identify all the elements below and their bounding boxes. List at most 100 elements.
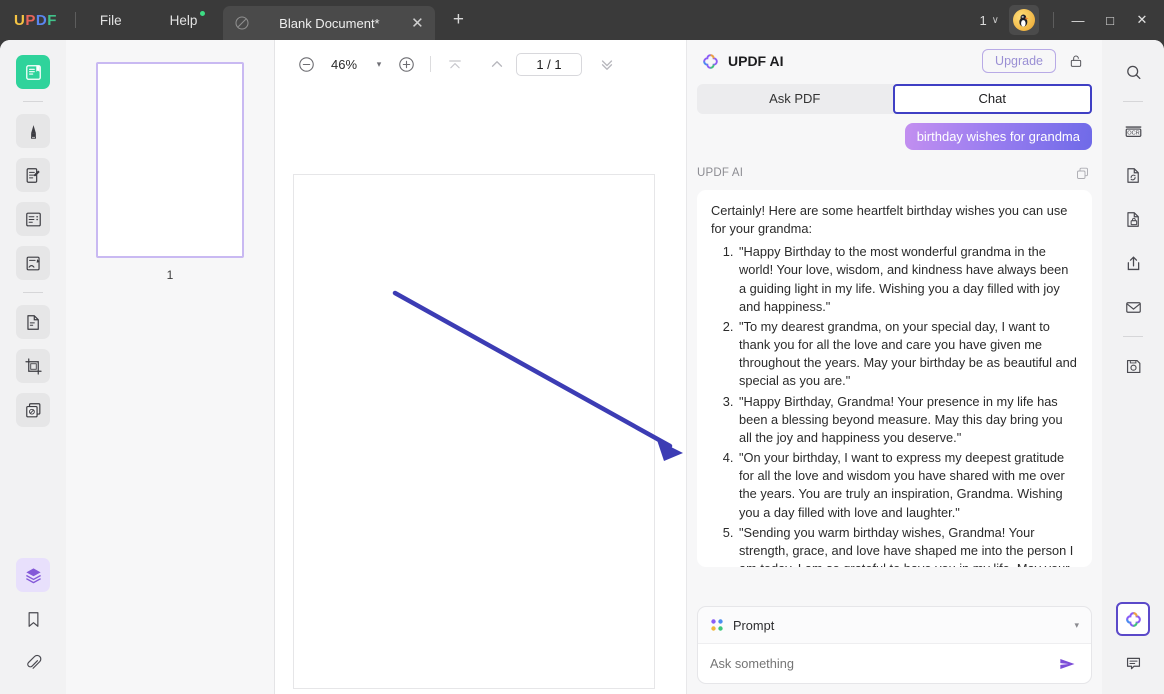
first-page-icon (449, 60, 461, 69)
sidebar-item-organize[interactable] (16, 393, 50, 427)
prompt-selector-label: Prompt (733, 617, 775, 633)
convert-icon (1126, 167, 1139, 183)
sidebar-item-protect[interactable] (1116, 202, 1150, 236)
logo-letter-u: U (14, 11, 26, 29)
prev-page-icon (491, 61, 503, 67)
rail-divider-2 (23, 292, 43, 293)
ai-panel: UPDF AI Upgrade Ask PDF Chat birthday wi… (686, 40, 1102, 694)
user-message-bubble: birthday wishes for grandma (904, 123, 1092, 150)
send-button[interactable] (1055, 652, 1079, 676)
puffin-glyph-icon (1019, 14, 1029, 27)
thumbnail-item[interactable]: 1 (96, 62, 244, 282)
thumbnail-page-preview[interactable] (96, 62, 244, 258)
toolbar-divider (430, 56, 431, 72)
assistant-message-bubble: Certainly! Here are some heartfelt birth… (697, 190, 1092, 567)
sidebar-item-comment[interactable] (16, 114, 50, 148)
ask-input[interactable] (710, 656, 1055, 671)
send-arrow-icon (1060, 658, 1075, 669)
page-edit-icon (26, 314, 39, 330)
sidebar-item-bookmarks[interactable] (16, 602, 50, 636)
sidebar-item-ocr[interactable]: OCR (1116, 114, 1150, 148)
rail-divider-1 (23, 101, 43, 102)
logo-letter-d: D (35, 11, 48, 29)
zoom-in-button[interactable] (391, 49, 421, 79)
document-toolbar: 46% ▾ 1 / 1 (275, 40, 686, 88)
assistant-label: UPDF AI (697, 167, 744, 179)
next-page-icon (601, 60, 613, 70)
first-page-button[interactable] (440, 49, 470, 79)
chevron-down-icon[interactable]: ▾ (1074, 620, 1079, 631)
copy-response-button[interactable] (1072, 163, 1092, 183)
zoom-out-button[interactable] (291, 49, 321, 79)
logo-letter-p: P (25, 11, 36, 29)
prompt-selector[interactable]: Prompt ▾ (698, 607, 1091, 643)
sidebar-item-edit-pdf[interactable] (16, 158, 50, 192)
window-close-icon[interactable]: ✕ (1126, 0, 1158, 40)
sidebar-item-attachments[interactable] (16, 646, 50, 680)
help-notification-dot (200, 10, 206, 16)
right-rail-divider-2 (1123, 336, 1143, 337)
zoom-dropdown-caret-icon[interactable]: ▾ (367, 59, 391, 70)
arrow-annotation[interactable] (275, 88, 686, 694)
right-rail-divider-1 (1123, 101, 1143, 102)
sidebar-item-crop[interactable] (16, 349, 50, 383)
close-icon[interactable]: ✕ (407, 16, 427, 31)
batch-pages-icon (25, 402, 40, 417)
sidebar-item-comments[interactable] (1116, 646, 1150, 680)
ask-input-row (698, 643, 1091, 683)
sidebar-item-sign[interactable] (16, 246, 50, 280)
sidebar-item-save[interactable] (1116, 349, 1150, 383)
sidebar-item-share[interactable] (1116, 246, 1150, 280)
menu-file[interactable]: File (90, 9, 132, 32)
tab-ask-pdf[interactable]: Ask PDF (697, 84, 893, 114)
account-count: 1 (979, 12, 987, 28)
sidebar-item-email[interactable] (1116, 290, 1150, 324)
layers-icon (25, 567, 41, 583)
assistant-intro-text: Certainly! Here are some heartfelt birth… (711, 203, 1068, 237)
ai-panel-title: UPDF AI (728, 53, 784, 69)
avatar[interactable] (1009, 5, 1039, 35)
unlock-button[interactable] (1062, 47, 1090, 75)
pdf-disabled-icon (235, 16, 249, 30)
sidebar-item-search[interactable] (1116, 55, 1150, 89)
document-tab-title: Blank Document* (279, 15, 380, 31)
account-selector[interactable]: 1 ∨ (979, 13, 999, 28)
tab-chat[interactable]: Chat (892, 84, 1092, 114)
sidebar-item-layers[interactable] (16, 558, 50, 592)
maximize-icon[interactable]: □ (1094, 0, 1126, 40)
next-page-button[interactable] (592, 49, 622, 79)
document-lock-icon (1126, 211, 1139, 227)
title-bar: U P D F File Help Blank Document* ✕ + 1 … (0, 0, 1164, 40)
upgrade-button[interactable]: Upgrade (982, 49, 1056, 73)
prev-page-button[interactable] (482, 49, 512, 79)
copy-icon (1076, 167, 1088, 179)
comment-bubble-icon (1126, 657, 1140, 669)
new-tab-button[interactable]: + (447, 9, 469, 31)
logo-letter-f: F (47, 11, 57, 29)
page-indicator[interactable]: 1 / 1 (516, 52, 582, 76)
list-item: "Happy Birthday to the most wonderful gr… (737, 243, 1078, 316)
floppy-save-icon (1126, 359, 1140, 373)
sidebar-item-convert[interactable] (1116, 158, 1150, 192)
user-message-row: birthday wishes for grandma (697, 123, 1092, 150)
signature-icon (26, 256, 40, 270)
chevron-down-icon: ∨ (991, 14, 999, 26)
plus-circle-icon (398, 56, 414, 72)
menu-help[interactable]: Help (160, 9, 208, 32)
ai-panel-header: UPDF AI Upgrade (687, 40, 1102, 82)
document-canvas[interactable] (275, 88, 686, 694)
chat-scroll-area[interactable]: birthday wishes for grandma UPDF AI Cert… (687, 114, 1102, 606)
left-toolbar-rail (0, 40, 66, 694)
envelope-icon (1125, 301, 1141, 313)
sidebar-item-form[interactable] (16, 202, 50, 236)
form-fields-icon (25, 212, 41, 226)
sidebar-item-updf-ai[interactable] (1116, 602, 1150, 636)
document-tab[interactable]: Blank Document* ✕ (223, 6, 436, 40)
four-dots-icon (711, 619, 723, 631)
sidebar-item-reader[interactable] (16, 55, 50, 89)
list-item: "On your birthday, I want to express my … (737, 449, 1078, 522)
minimize-icon[interactable]: — (1062, 0, 1094, 40)
sidebar-item-page[interactable] (16, 305, 50, 339)
minus-circle-icon (298, 56, 314, 72)
updf-application-window: U P D F File Help Blank Document* ✕ + 1 … (0, 0, 1164, 694)
